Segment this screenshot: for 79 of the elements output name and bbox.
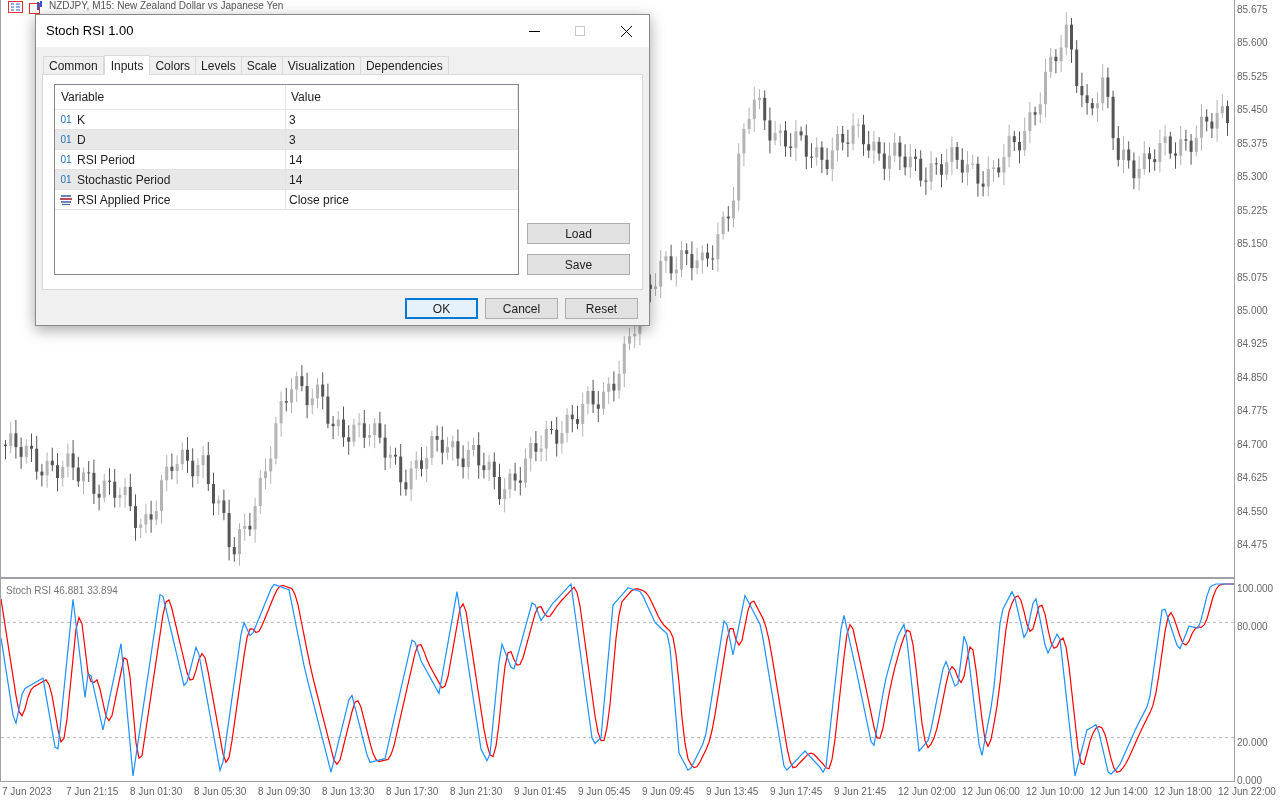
table-row[interactable]: 01 K 3 [55,110,518,130]
time-label: 7 Jun 2023 [2,785,52,799]
time-label: 8 Jun 13:30 [322,785,375,799]
time-label: 9 Jun 09:45 [642,785,695,799]
time-label: 12 Jun 02:00 [898,785,956,799]
price-label: 85.225 [1237,204,1268,217]
integer-type-label: 01 [60,113,72,127]
time-label: 7 Jun 21:15 [66,785,119,799]
value-cell[interactable]: 3 [286,130,518,149]
minimize-icon [528,30,540,32]
list-icon[interactable] [8,1,23,13]
time-label: 8 Jun 05:30 [194,785,247,799]
time-label: 8 Jun 17:30 [386,785,439,799]
indicator-axis-label: 0.000 [1237,775,1263,787]
close-icon [620,25,632,37]
variable-name: K [77,111,85,129]
time-label: 9 Jun 05:45 [578,785,631,799]
list-lines-icon [60,194,72,205]
time-label: 12 Jun 14:00 [1090,785,1148,799]
price-label: 84.475 [1237,539,1268,552]
variable-name: RSI Period [77,151,136,169]
column-header[interactable]: Variable [55,85,286,109]
time-label: 12 Jun 18:00 [1154,785,1212,799]
dialog-button[interactable]: Cancel [485,298,558,319]
time-label: 9 Jun 17:45 [770,785,823,799]
variable-name: Stochastic Period [77,171,171,189]
value-cell[interactable]: 3 [286,110,518,129]
price-label: 85.675 [1237,4,1268,16]
price-label: 85.600 [1237,37,1268,50]
price-label: 84.925 [1237,338,1268,351]
indicator-axis-label: 100.000 [1237,583,1274,595]
time-label: 8 Jun 09:30 [258,785,311,799]
value-cell[interactable]: Close price [286,190,518,209]
time-label: 8 Jun 21:30 [450,785,503,799]
chart-title: NZDJPY, M15: New Zealand Dollar vs Japanese Yen [49,0,284,12]
indicator-axis-label: 80.000 [1237,621,1268,634]
time-label: 9 Jun 01:45 [514,785,567,799]
price-label: 84.550 [1237,505,1268,518]
integer-type-label: 01 [60,133,72,147]
variable-name: RSI Applied Price [77,191,171,209]
time-label: 12 Jun 22:00 [1218,785,1276,799]
time-label: 12 Jun 06:00 [962,785,1020,799]
time-label: 9 Jun 13:45 [706,785,759,799]
price-label: 85.525 [1237,70,1268,83]
chart-icon[interactable] [29,1,44,14]
tab[interactable]: Common [43,56,104,74]
side-button[interactable]: Load [527,223,630,244]
price-label: 84.625 [1237,472,1268,485]
time-label: 8 Jun 01:30 [130,785,183,799]
tab[interactable]: Dependencies [359,56,449,74]
tab[interactable]: Inputs [103,55,151,75]
variable-name: D [77,131,86,149]
dialog-button[interactable]: Reset [565,298,638,319]
price-label: 85.375 [1237,137,1268,150]
indicator-label: Stoch RSI 46.881 33.894 [6,584,118,598]
table-row[interactable]: 01 RSI Period 14 [55,150,518,170]
price-label: 84.700 [1237,438,1268,451]
integer-type-label: 01 [60,173,72,187]
time-label: 9 Jun 21:45 [834,785,887,799]
price-label: 85.150 [1237,238,1268,251]
time-label: 12 Jun 10:00 [1026,785,1084,799]
dialog-title: Stoch RSI 1.00 [46,22,134,41]
indicator-axis-label: 20.000 [1237,736,1268,749]
table-row[interactable]: RSI Applied Price Close price [55,190,518,210]
integer-type-label: 01 [60,153,72,167]
side-button[interactable]: Save [527,254,630,275]
price-label: 85.450 [1237,104,1268,117]
price-label: 85.000 [1237,304,1268,317]
maximize-icon [575,26,585,36]
value-cell[interactable]: 14 [286,170,518,189]
price-label: 85.300 [1237,171,1268,184]
table-row[interactable]: 01 D 3 [55,130,518,150]
value-cell[interactable]: 14 [286,150,518,169]
price-label: 84.775 [1237,405,1268,418]
column-header[interactable]: Value [286,85,518,109]
table-row[interactable]: 01 Stochastic Period 14 [55,170,518,190]
price-label: 85.075 [1237,271,1268,284]
price-label: 84.850 [1237,371,1268,384]
dialog-button[interactable]: OK [405,298,478,319]
